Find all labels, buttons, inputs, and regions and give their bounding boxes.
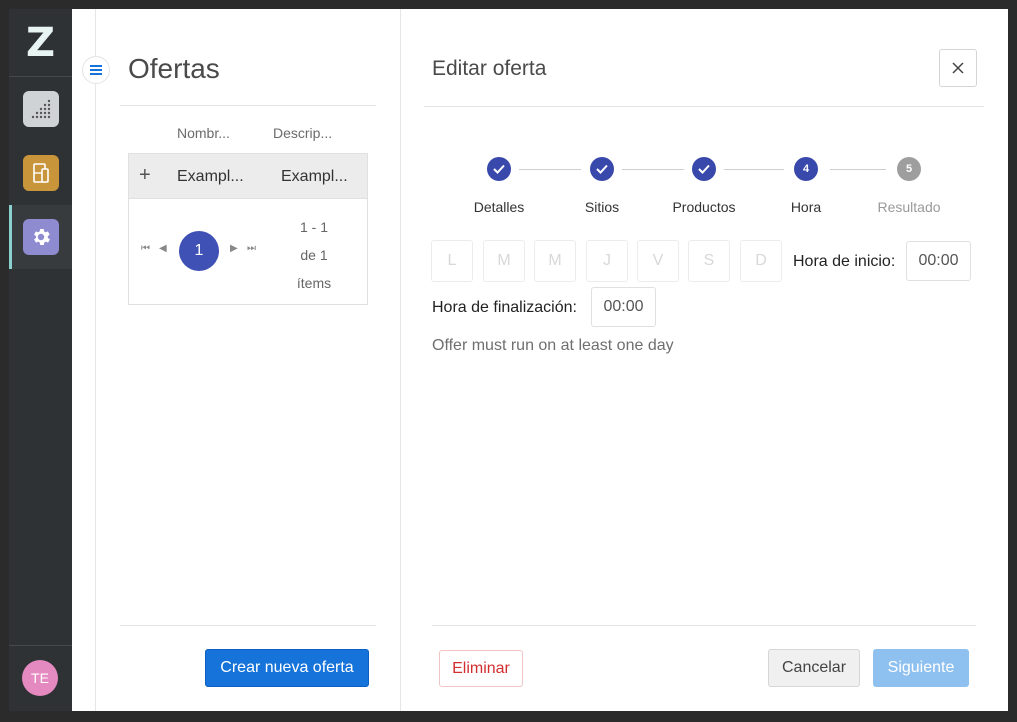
main-content: Ofertas Nombr... Descrip... + Exampl... … — [72, 9, 1008, 711]
step-label-details: Detalles — [473, 199, 525, 215]
avatar[interactable]: TE — [22, 660, 58, 696]
day-toggle-tuesday[interactable]: M — [483, 240, 525, 282]
delete-button[interactable]: Eliminar — [439, 650, 523, 687]
day-toggle-friday[interactable]: V — [637, 240, 679, 282]
step-4-marker[interactable]: 4 — [794, 157, 818, 181]
cancel-button[interactable]: Cancelar — [768, 649, 860, 687]
step-label-time: Hora — [790, 199, 822, 215]
step-5-marker: 5 — [897, 157, 921, 181]
step-2-check-icon[interactable] — [590, 157, 614, 181]
day-toggle-wednesday[interactable]: M — [534, 240, 576, 282]
divider — [424, 106, 984, 107]
validation-message: Offer must run on at least one day — [432, 337, 674, 354]
close-button[interactable] — [939, 49, 977, 87]
start-time-label: Hora de inicio: — [793, 253, 896, 270]
column-header-description[interactable]: Descrip... — [273, 125, 332, 141]
step-1-check-icon[interactable] — [487, 157, 511, 181]
divider — [120, 105, 376, 106]
day-toggle-sunday[interactable]: D — [740, 240, 782, 282]
last-page-icon[interactable]: ⏭ — [247, 243, 256, 254]
page-title: Ofertas — [128, 53, 220, 84]
step-connector — [622, 169, 684, 170]
panel-divider — [95, 9, 96, 711]
pagination: ⏮ ◀ 1 ▶ ⏭ 1 - 1 de 1 ítems — [128, 199, 368, 305]
cell-description: Exampl... — [281, 168, 348, 185]
divider — [120, 625, 376, 626]
menu-toggle-button[interactable] — [82, 56, 110, 84]
start-time-input[interactable]: 00:00 — [906, 241, 971, 281]
expand-row-button[interactable]: + — [139, 164, 151, 187]
hamburger-icon — [90, 65, 102, 75]
prev-page-icon[interactable]: ◀ — [159, 243, 167, 254]
next-page-icon[interactable]: ▶ — [230, 243, 238, 254]
next-button[interactable]: Siguiente — [873, 649, 969, 687]
day-toggle-monday[interactable]: L — [431, 240, 473, 282]
sidebar-item-reports[interactable] — [9, 77, 72, 141]
end-time-label: Hora de finalización: — [432, 299, 577, 316]
first-page-icon[interactable]: ⏮ — [141, 243, 150, 254]
step-label-result: Resultado — [877, 199, 941, 215]
cell-name: Exampl... — [177, 168, 244, 185]
end-time-input[interactable]: 00:00 — [591, 287, 656, 327]
step-label-products: Productos — [672, 199, 736, 215]
day-toggle-saturday[interactable]: S — [688, 240, 730, 282]
dialog-title: Editar oferta — [432, 57, 547, 80]
step-3-check-icon[interactable] — [692, 157, 716, 181]
sidebar-item-products[interactable] — [9, 141, 72, 205]
app-sidebar: Z TE — [9, 9, 72, 711]
divider — [432, 625, 976, 626]
sidebar-item-settings[interactable] — [9, 205, 72, 269]
panel-divider — [400, 9, 401, 711]
dots-chart-icon — [22, 91, 59, 127]
sidebar-divider — [9, 645, 72, 646]
step-connector — [519, 169, 581, 170]
step-connector — [724, 169, 784, 170]
table-row[interactable]: + Exampl... Exampl... — [128, 153, 368, 199]
step-label-sites: Sitios — [584, 199, 620, 215]
step-connector — [830, 169, 886, 170]
wine-bottle-icon — [22, 155, 59, 191]
app-logo[interactable]: Z — [9, 9, 72, 77]
day-toggle-thursday[interactable]: J — [586, 240, 628, 282]
gear-icon — [22, 219, 59, 255]
column-header-name[interactable]: Nombr... — [177, 125, 230, 141]
create-offer-button[interactable]: Crear nueva oferta — [205, 649, 369, 687]
pager-info: 1 - 1 de 1 ítems — [296, 219, 332, 291]
close-icon — [952, 62, 964, 74]
page-number-button[interactable]: 1 — [179, 231, 219, 271]
